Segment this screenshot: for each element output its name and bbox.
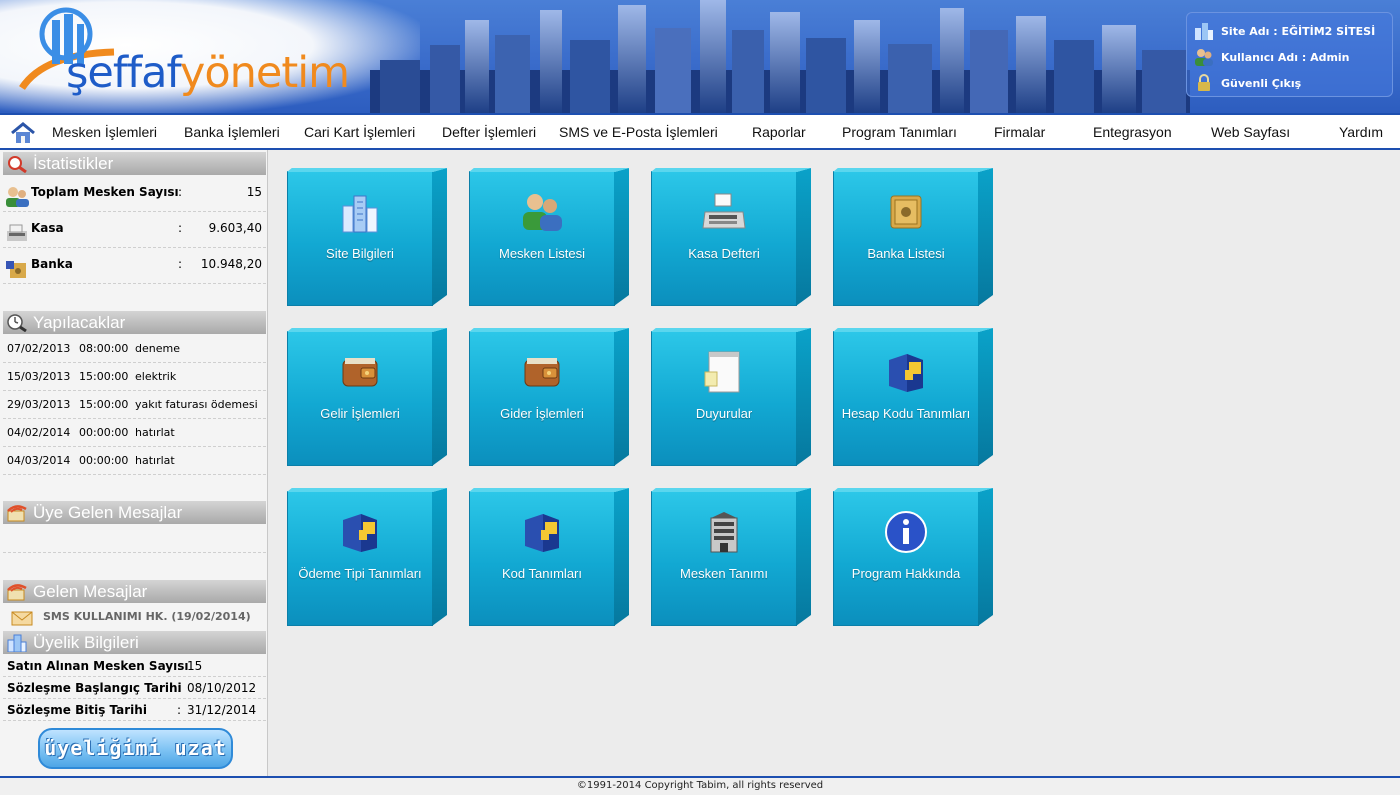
- extend-membership-button[interactable]: üyeliğimi uzat: [38, 728, 233, 769]
- safe-icon: [890, 195, 922, 229]
- tile-gelir-islemleri[interactable]: Gelir İşlemleri: [287, 328, 447, 468]
- member-messages-section-title: Üye Gelen Mesajlar: [3, 501, 266, 524]
- menu-entegrasyon[interactable]: Entegrasyon: [1093, 124, 1172, 140]
- stat-row-mesken: Toplam Mesken Sayısı : 15: [3, 176, 266, 212]
- buildings-icon: [342, 195, 378, 233]
- menu-firmalar[interactable]: Firmalar: [994, 124, 1045, 140]
- incoming-messages-section-title: Gelen Mesajlar: [3, 580, 266, 603]
- main-menu: Mesken İşlemleri Banka İşlemleri Cari Ka…: [0, 113, 1400, 150]
- tile-hesap-kodu-tanimlari[interactable]: Hesap Kodu Tanımları: [833, 328, 993, 468]
- menu-program-tanimlari[interactable]: Program Tanımları: [842, 124, 957, 140]
- notepad-icon: [704, 351, 740, 393]
- menu-cari-kart-islemleri[interactable]: Cari Kart İşlemleri: [304, 124, 415, 140]
- logout-link[interactable]: Güvenli Çıkış: [1193, 70, 1386, 96]
- sidebar: İstatistikler Toplam Mesken Sayısı : 15 …: [0, 150, 268, 776]
- search-chart-icon: [8, 156, 27, 173]
- envelope-icon: [11, 611, 33, 626]
- tile-mesken-tanimi[interactable]: Mesken Tanımı: [651, 488, 811, 628]
- membership-row-mesken: Satın Alınan Mesken Sayısı : 15: [3, 655, 266, 677]
- users-icon: [523, 194, 562, 231]
- wallet-icon: [524, 358, 560, 387]
- building-icon: [710, 512, 738, 553]
- menu-mesken-islemleri[interactable]: Mesken İşlemleri: [52, 124, 157, 140]
- todo-item[interactable]: 29/03/2013 15:00:00 yakıt faturası ödeme…: [3, 391, 266, 419]
- cash-register-icon: [702, 193, 746, 229]
- stat-row-kasa: Kasa : 9.603,40: [3, 212, 266, 248]
- todo-section-title: Yapılacaklar: [3, 311, 266, 334]
- menu-yardim[interactable]: Yardım: [1339, 124, 1383, 140]
- tile-kasa-defteri[interactable]: Kasa Defteri: [651, 168, 811, 308]
- cube-icon: [525, 514, 559, 552]
- tile-mesken-listesi[interactable]: Mesken Listesi: [469, 168, 629, 308]
- incoming-message-item[interactable]: SMS KULLANIMI HK. (19/02/2014): [3, 605, 266, 629]
- header: şeffafyönetim Site Adı : EĞİTİM2 SİTESİ …: [0, 0, 1400, 113]
- rss-envelope-icon: [7, 505, 27, 522]
- home-icon[interactable]: [10, 122, 36, 144]
- city-skyline-image: [370, 0, 1190, 113]
- clock-search-icon: [7, 314, 27, 332]
- rss-envelope-icon: [7, 584, 27, 601]
- user-name-row: Kullanıcı Adı : Admin: [1193, 44, 1386, 70]
- tile-gider-islemleri[interactable]: Gider İşlemleri: [469, 328, 629, 468]
- stat-row-banka: Banka : 10.948,20: [3, 248, 266, 284]
- todo-item[interactable]: 07/02/2013 08:00:00 deneme: [3, 335, 266, 363]
- menu-raporlar[interactable]: Raporlar: [752, 124, 806, 140]
- todo-item[interactable]: 04/02/2014 00:00:00 hatırlat: [3, 419, 266, 447]
- logo-text: şeffafyönetim: [66, 48, 350, 98]
- tile-banka-listesi[interactable]: Banka Listesi: [833, 168, 993, 308]
- tile-odeme-tipi-tanimlari[interactable]: Ödeme Tipi Tanımları: [287, 488, 447, 628]
- todo-item[interactable]: 15/03/2013 15:00:00 elektrik: [3, 363, 266, 391]
- stats-section-title: İstatistikler: [3, 152, 266, 175]
- users-icon: [6, 187, 29, 207]
- membership-row-start: Sözleşme Başlangıç Tarihi : 08/10/2012: [3, 677, 266, 699]
- user-info-box: Site Adı : EĞİTİM2 SİTESİ Kullanıcı Adı …: [1186, 12, 1393, 97]
- menu-banka-islemleri[interactable]: Banka İşlemleri: [184, 124, 280, 140]
- cash-register-icon: [7, 224, 27, 241]
- info-icon: [885, 511, 927, 553]
- tile-program-hakkinda[interactable]: Program Hakkında: [833, 488, 993, 628]
- tile-site-bilgileri[interactable]: Site Bilgileri: [287, 168, 447, 308]
- lock-icon: [1193, 73, 1215, 93]
- tile-duyurular[interactable]: Duyurular: [651, 328, 811, 468]
- user-name-text: Kullanıcı Adı : Admin: [1221, 50, 1350, 64]
- membership-row-end: Sözleşme Bitiş Tarihi : 31/12/2014: [3, 699, 266, 721]
- todo-item[interactable]: 04/03/2014 00:00:00 hatırlat: [3, 447, 266, 475]
- membership-section-title: Üyelik Bilgileri: [3, 631, 266, 654]
- cube-icon: [343, 514, 377, 552]
- footer-copyright: ©1991-2014 Copyright Tabim, all rights r…: [0, 776, 1400, 795]
- cube-icon: [889, 354, 923, 392]
- site-name-text: Site Adı : EĞİTİM2 SİTESİ: [1221, 24, 1376, 38]
- logout-text: Güvenli Çıkış: [1221, 76, 1302, 90]
- safe-icon: [6, 261, 26, 278]
- buildings-icon: [7, 634, 27, 652]
- users-icon: [1193, 47, 1215, 67]
- tile-kod-tanimlari[interactable]: Kod Tanımları: [469, 488, 629, 628]
- site-name-row: Site Adı : EĞİTİM2 SİTESİ: [1193, 18, 1386, 44]
- menu-web-sayfasi[interactable]: Web Sayfası: [1211, 124, 1290, 140]
- menu-defter-islemleri[interactable]: Defter İşlemleri: [442, 124, 536, 140]
- wallet-icon: [342, 358, 378, 387]
- buildings-icon: [1193, 21, 1215, 41]
- menu-sms-eposta-islemleri[interactable]: SMS ve E-Posta İşlemleri: [559, 124, 718, 140]
